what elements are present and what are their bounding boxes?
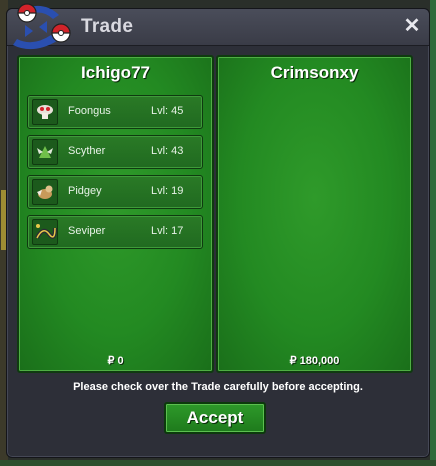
pokemon-name: Seviper	[68, 225, 106, 237]
background-scenery-right	[430, 0, 436, 466]
left-money-amount: 0	[117, 355, 124, 367]
pokemon-level: Lvl: 19	[151, 185, 184, 197]
window-title: Trade	[81, 16, 134, 37]
pidgey-icon	[32, 179, 58, 205]
pokemon-row-scyther[interactable]: Scyther Lvl: 43	[27, 135, 203, 169]
left-pokemon-list: Foongus Lvl: 45 Scyther Lvl: 43 Pidgey L…	[27, 95, 203, 255]
right-trade-panel: Crimsonxy ₽180,000	[216, 55, 413, 373]
pokemon-row-foongus[interactable]: Foongus Lvl: 45	[27, 95, 203, 129]
pokemon-name: Foongus	[68, 105, 111, 117]
seviper-icon	[32, 219, 58, 245]
background-scenery-bottom	[0, 460, 436, 466]
accept-button[interactable]: Accept	[164, 402, 266, 434]
close-button[interactable]: ✕	[401, 15, 423, 37]
pokemon-level: Lvl: 45	[151, 105, 184, 117]
pokeball-logo-icon	[13, 3, 71, 50]
right-money: ₽180,000	[218, 354, 411, 367]
pokemon-name: Pidgey	[68, 185, 102, 197]
currency-symbol: ₽	[289, 355, 297, 367]
title-bar[interactable]: Trade ✕	[7, 3, 429, 50]
right-money-amount: 180,000	[299, 355, 340, 367]
right-player-name: Crimsonxy	[270, 63, 359, 82]
pokemon-level: Lvl: 43	[151, 145, 184, 157]
trade-notice: Please check over the Trade carefully be…	[73, 381, 363, 393]
left-trade-panel: Ichigo77 Foongus Lvl: 45 Scyther Lvl: 43	[17, 55, 214, 373]
pokemon-name: Scyther	[68, 145, 106, 157]
pokemon-row-seviper[interactable]: Seviper Lvl: 17	[27, 215, 203, 249]
left-player-name: Ichigo77	[81, 63, 150, 82]
pokemon-level: Lvl: 17	[151, 225, 184, 237]
close-icon: ✕	[403, 15, 421, 37]
currency-symbol: ₽	[107, 355, 115, 367]
left-money: ₽0	[19, 354, 212, 367]
scyther-icon	[32, 139, 58, 165]
foongus-icon	[32, 99, 58, 125]
trade-window: Trade ✕ Ichigo77 Foongus Lvl: 45 Scyther…	[6, 3, 430, 458]
pokemon-row-pidgey[interactable]: Pidgey Lvl: 19	[27, 175, 203, 209]
